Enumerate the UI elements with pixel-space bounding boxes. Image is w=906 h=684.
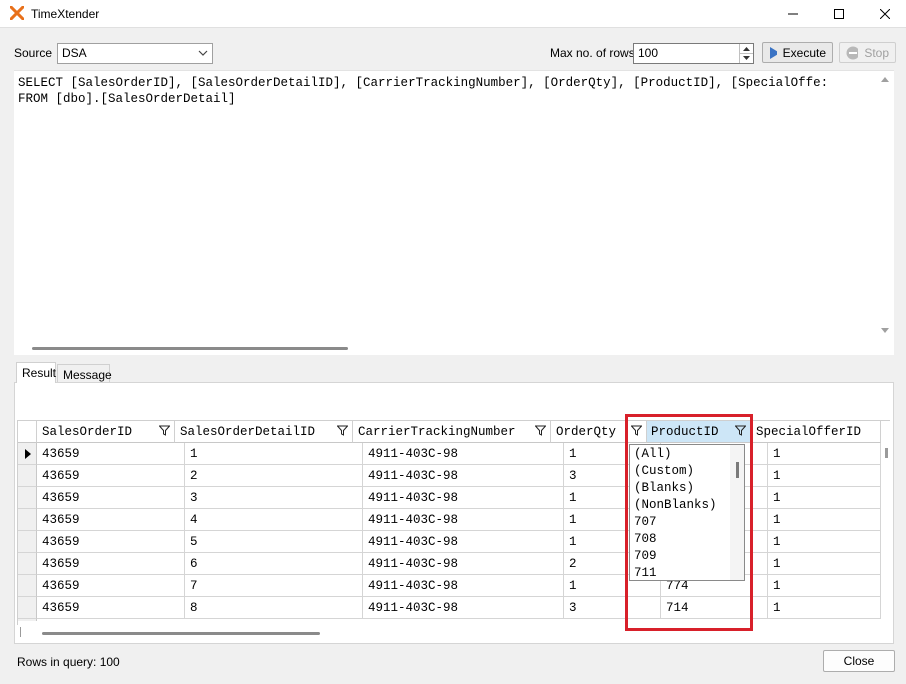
row-header[interactable] bbox=[18, 487, 37, 509]
grid-cell-salesorderid[interactable]: 43659 bbox=[37, 465, 185, 487]
productid-highlight-box bbox=[625, 414, 753, 631]
column-header-carriertrackingnumber[interactable]: CarrierTrackingNumber bbox=[353, 421, 551, 443]
row-header[interactable] bbox=[18, 465, 37, 487]
filter-icon[interactable] bbox=[535, 425, 546, 436]
sql-line-2: FROM [dbo].[SalesOrderDetail] bbox=[18, 92, 236, 106]
filter-icon[interactable] bbox=[337, 425, 348, 436]
grid-cell-specialofferid[interactable]: 1 bbox=[768, 443, 881, 465]
grid-cell-salesorderdetailid[interactable]: 8 bbox=[185, 597, 363, 619]
grid-cell-salesorderid[interactable]: 43659 bbox=[37, 531, 185, 553]
grid-cell-specialofferid[interactable]: 1 bbox=[768, 553, 881, 575]
grid-cell-specialofferid[interactable]: 1 bbox=[768, 597, 881, 619]
row-header[interactable] bbox=[18, 553, 37, 575]
row-header[interactable] bbox=[18, 443, 37, 465]
row-header[interactable] bbox=[18, 597, 37, 619]
tab-result-label: Result bbox=[22, 366, 57, 380]
max-rows-label: Max no. of rows bbox=[550, 46, 635, 60]
source-value: DSA bbox=[62, 46, 87, 60]
grid-cell-salesorderdetailid[interactable]: 5 bbox=[185, 531, 363, 553]
grid-cell-carriertrackingnumber[interactable]: 4911-403C-98 bbox=[363, 597, 564, 619]
chevron-down-icon bbox=[198, 50, 208, 56]
grid-vscroll[interactable] bbox=[881, 421, 890, 625]
timextender-logo-icon bbox=[10, 6, 24, 20]
row-header[interactable] bbox=[18, 509, 37, 531]
tab-message-label: Message bbox=[63, 368, 112, 382]
column-header-label: OrderQty bbox=[556, 425, 617, 439]
grid-cell-carriertrackingnumber[interactable]: 4911-403C-98 bbox=[363, 465, 564, 487]
grid-cell-carriertrackingnumber[interactable]: 4911-403C-98 bbox=[363, 575, 564, 597]
column-header-label: CarrierTrackingNumber bbox=[358, 425, 516, 439]
grid-cell-carriertrackingnumber[interactable]: 4911-403C-98 bbox=[363, 443, 564, 465]
grid-cell-salesorderid[interactable]: 43659 bbox=[37, 487, 185, 509]
current-row-indicator-icon bbox=[25, 449, 31, 459]
filter-icon[interactable] bbox=[159, 425, 170, 436]
grid-cell-salesorderid[interactable]: 43659 bbox=[37, 443, 185, 465]
grid-cell-salesorderid[interactable]: 43659 bbox=[37, 509, 185, 531]
result-grid[interactable]: SalesOrderID SalesOrderDetailID CarrierT… bbox=[17, 420, 890, 625]
title-bar: TimeXtender bbox=[0, 0, 906, 28]
max-rows-value: 100 bbox=[638, 46, 659, 60]
editor-hscroll-thumb[interactable] bbox=[32, 347, 348, 350]
grid-cell-specialofferid[interactable]: 1 bbox=[768, 465, 881, 487]
window-title: TimeXtender bbox=[31, 7, 100, 21]
grid-cell-salesorderdetailid[interactable]: 2 bbox=[185, 465, 363, 487]
close-icon bbox=[880, 9, 890, 19]
execute-label: Execute bbox=[782, 45, 826, 60]
scroll-up-icon[interactable] bbox=[880, 75, 890, 83]
grid-cell-specialofferid[interactable]: 1 bbox=[768, 487, 881, 509]
grid-cell-carriertrackingnumber[interactable]: 4911-403C-98 bbox=[363, 531, 564, 553]
grid-cell-carriertrackingnumber[interactable]: 4911-403C-98 bbox=[363, 509, 564, 531]
column-header-label: SalesOrderDetailID bbox=[180, 425, 316, 439]
minimize-button[interactable] bbox=[770, 0, 816, 28]
grid-hscroll-thumb[interactable] bbox=[42, 632, 320, 635]
grid-cell-salesorderid[interactable]: 43659 bbox=[37, 553, 185, 575]
execute-button[interactable]: Execute bbox=[762, 42, 833, 63]
grid-cell-salesorderid[interactable]: 43659 bbox=[37, 597, 185, 619]
source-label: Source bbox=[14, 46, 53, 60]
tab-result[interactable]: Result bbox=[16, 362, 56, 383]
maximize-button[interactable] bbox=[816, 0, 862, 28]
grid-hscrollbar[interactable] bbox=[18, 625, 890, 639]
rows-in-query-status: Rows in query: 100 bbox=[17, 655, 120, 669]
grid-vscroll-thumb[interactable] bbox=[885, 448, 888, 458]
minimize-icon bbox=[788, 13, 798, 15]
grid-cell-salesorderdetailid[interactable]: 7 bbox=[185, 575, 363, 597]
column-header-label: SalesOrderID bbox=[42, 425, 133, 439]
grid-cell-salesorderdetailid[interactable]: 4 bbox=[185, 509, 363, 531]
scroll-down-icon[interactable] bbox=[880, 327, 890, 335]
grid-cell-salesorderdetailid[interactable]: 6 bbox=[185, 553, 363, 575]
row-header[interactable] bbox=[18, 531, 37, 553]
maximize-icon bbox=[834, 9, 844, 19]
row-header[interactable] bbox=[18, 575, 37, 597]
stop-button[interactable]: Stop bbox=[839, 42, 896, 63]
grid-cell-carriertrackingnumber[interactable]: 4911-403C-98 bbox=[363, 553, 564, 575]
sql-editor[interactable]: SELECT [SalesOrderID], [SalesOrderDetail… bbox=[14, 70, 894, 355]
max-rows-stepper[interactable]: 100 bbox=[633, 43, 754, 64]
close-window-button[interactable] bbox=[862, 0, 906, 28]
grid-cell-carriertrackingnumber[interactable]: 4911-403C-98 bbox=[363, 487, 564, 509]
grid-cell-salesorderid[interactable]: 43659 bbox=[37, 575, 185, 597]
sql-line-1: SELECT [SalesOrderID], [SalesOrderDetail… bbox=[18, 76, 829, 90]
column-header-salesorderdetailid[interactable]: SalesOrderDetailID bbox=[175, 421, 353, 443]
stepper-arrows[interactable] bbox=[739, 44, 753, 63]
column-header-specialofferid[interactable]: SpecialOfferID bbox=[751, 421, 881, 443]
stop-label: Stop bbox=[864, 45, 889, 60]
grid-cell-salesorderdetailid[interactable]: 1 bbox=[185, 443, 363, 465]
close-button[interactable]: Close bbox=[823, 650, 895, 672]
source-select[interactable]: DSA bbox=[57, 43, 213, 64]
grid-cell-specialofferid[interactable]: 1 bbox=[768, 575, 881, 597]
play-icon bbox=[770, 46, 777, 59]
stop-icon bbox=[846, 46, 859, 59]
up-down-arrows-icon bbox=[740, 47, 753, 60]
column-header-salesorderid[interactable]: SalesOrderID bbox=[37, 421, 175, 443]
grid-cell-specialofferid[interactable]: 1 bbox=[768, 509, 881, 531]
close-label: Close bbox=[843, 654, 875, 668]
grid-corner bbox=[18, 421, 37, 443]
column-header-label: SpecialOfferID bbox=[756, 425, 862, 439]
grid-cell-specialofferid[interactable]: 1 bbox=[768, 531, 881, 553]
grid-cell-salesorderdetailid[interactable]: 3 bbox=[185, 487, 363, 509]
